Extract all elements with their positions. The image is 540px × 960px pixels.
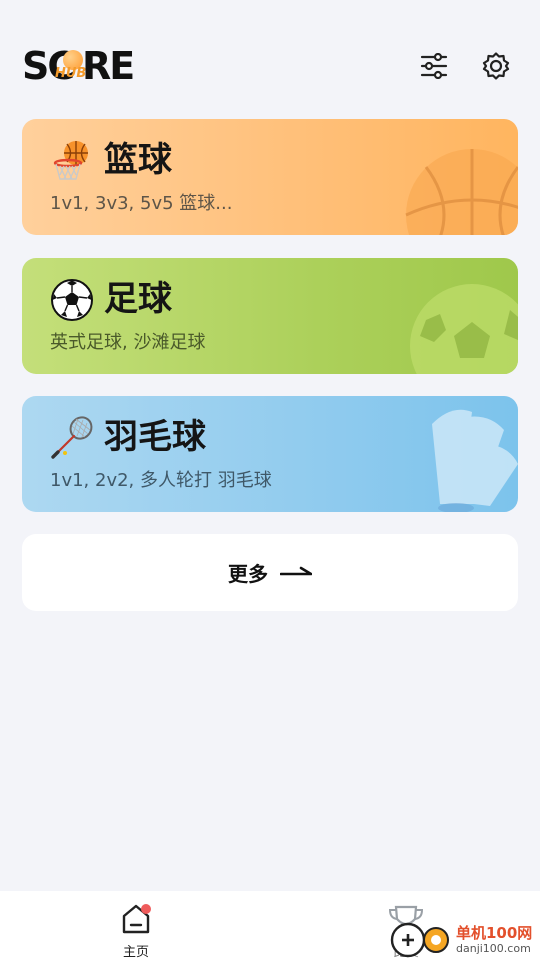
settings-button[interactable]	[478, 48, 514, 84]
logo-text-re: RE	[82, 44, 135, 88]
sport-card-basketball[interactable]: 篮球 1v1, 3v3, 5v5 篮球...	[22, 119, 518, 235]
soccer-ball-icon	[51, 279, 93, 321]
watermark-text: 单机100网	[456, 924, 533, 942]
more-label: 更多	[228, 562, 268, 586]
app-header: SC RE HUB	[0, 0, 540, 118]
site-watermark: 单机100网 danji100.com	[390, 922, 540, 960]
sport-card-football[interactable]: 足球 英式足球, 沙滩足球	[22, 258, 518, 374]
sport-subtitle: 英式足球, 沙滩足球	[50, 332, 206, 353]
scorehub-logo: SC RE HUB	[22, 44, 135, 88]
tab-home[interactable]: 主页	[110, 901, 162, 960]
basketball-watermark-icon	[405, 149, 518, 235]
sport-title: 足球	[104, 279, 172, 319]
more-sports-button[interactable]: 更多	[22, 534, 518, 611]
watermark-url: danji100.com	[456, 942, 531, 955]
sliders-icon	[420, 53, 448, 79]
arrow-right-icon	[280, 566, 312, 575]
tab-home-label: 主页	[122, 945, 149, 960]
badminton-racket-icon	[51, 416, 93, 459]
gear-icon	[482, 52, 510, 80]
shuttlecock-watermark-icon	[432, 409, 518, 512]
logo-badge-hub: HUB	[55, 66, 87, 81]
sport-card-badminton[interactable]: 羽毛球 1v1, 2v2, 多人轮打 羽毛球	[22, 396, 518, 512]
filter-button[interactable]	[416, 48, 452, 84]
sport-subtitle: 1v1, 2v2, 多人轮打 羽毛球	[50, 470, 272, 491]
soccer-ball-watermark-icon	[410, 284, 518, 374]
sport-title: 羽毛球	[104, 417, 206, 457]
basketball-hoop-icon	[53, 141, 88, 180]
notification-dot	[141, 904, 151, 914]
sport-title: 篮球	[104, 140, 172, 180]
watermark-logo-icon	[390, 922, 449, 958]
sport-subtitle: 1v1, 3v3, 5v5 篮球...	[50, 193, 233, 214]
